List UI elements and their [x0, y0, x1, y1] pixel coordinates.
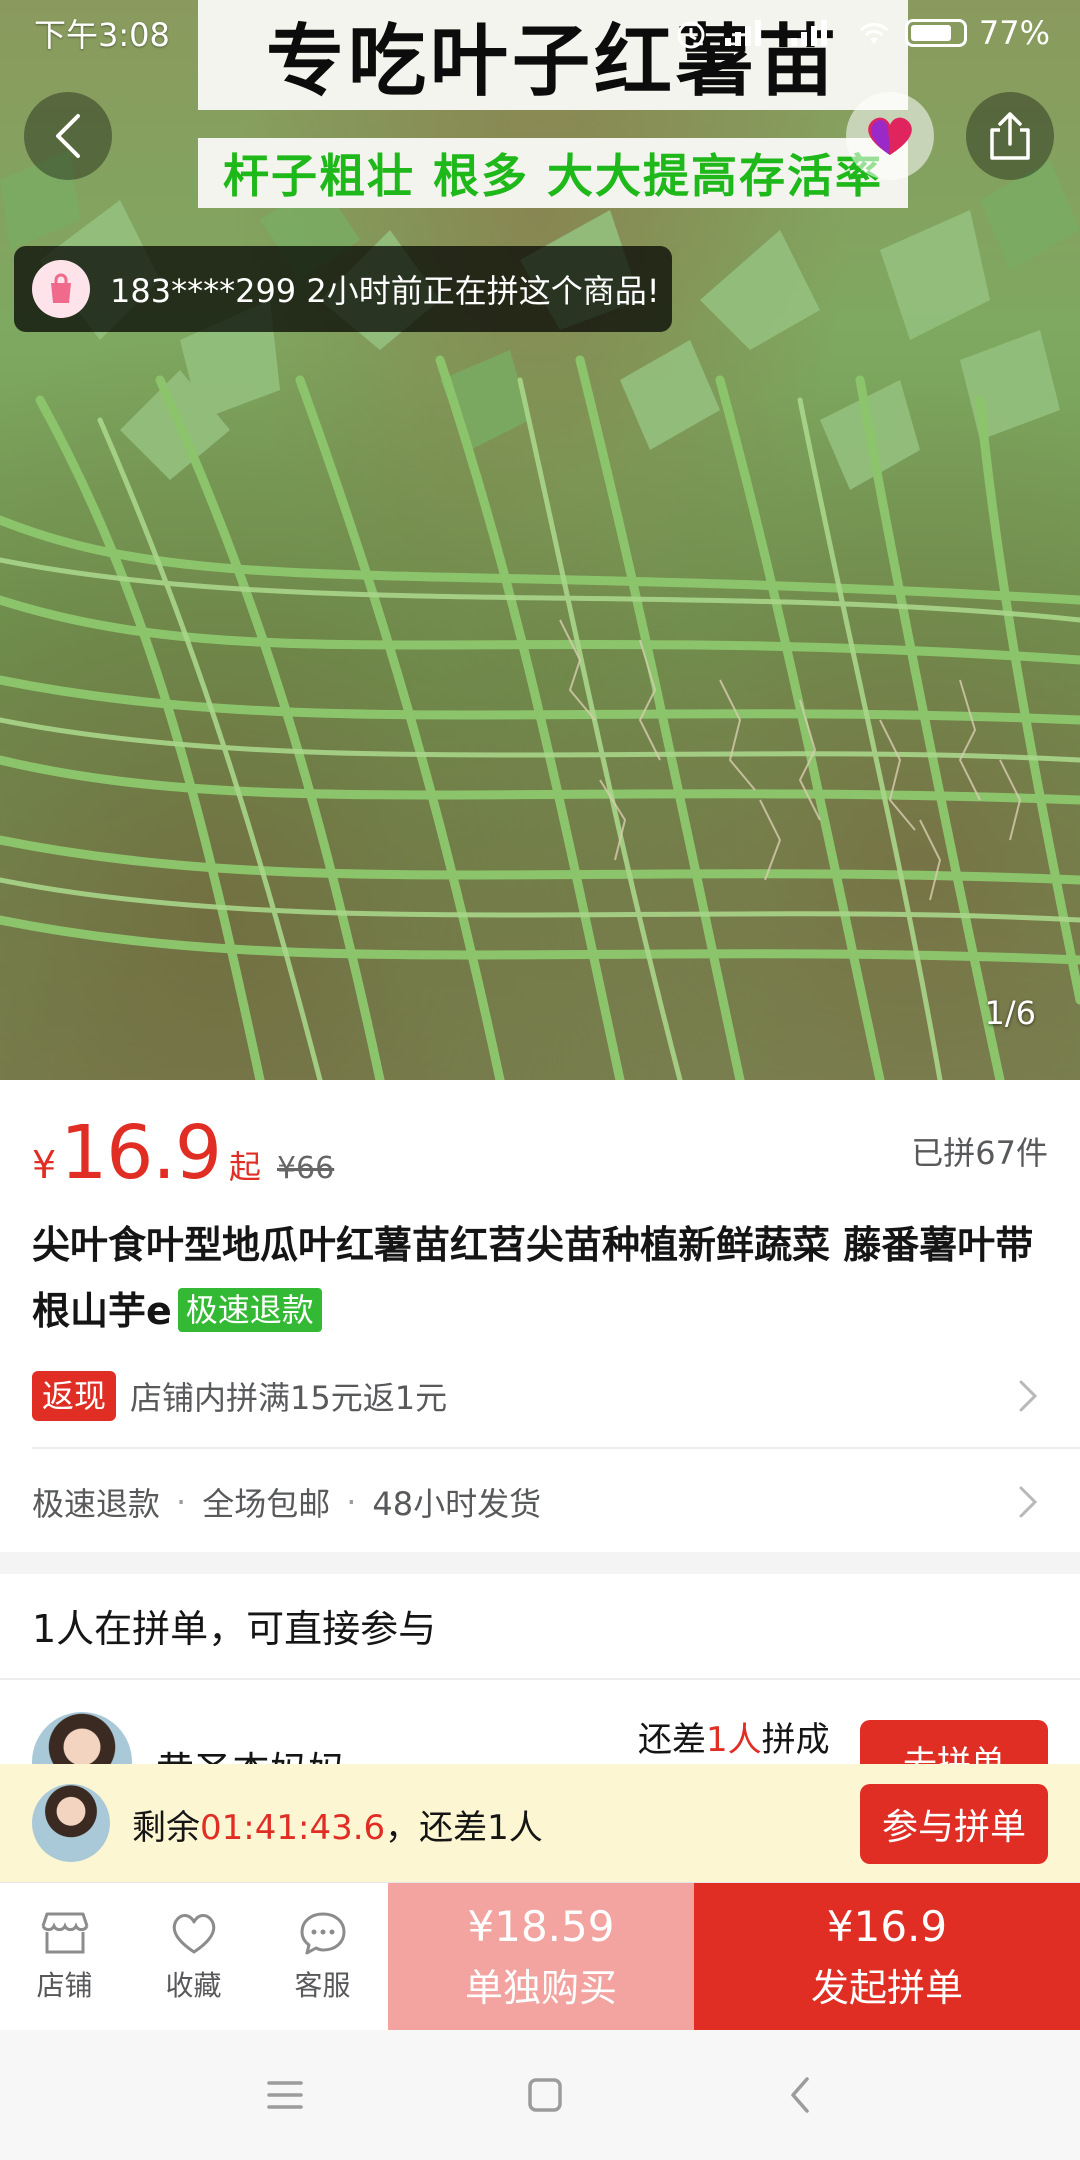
- cashback-badge: 返现: [32, 1371, 117, 1421]
- signal-2-icon: [790, 20, 827, 46]
- chevron-left-icon: [56, 114, 80, 158]
- nav-back-icon[interactable]: [785, 2075, 815, 2115]
- cashback-text: 店铺内拼满15元返1元: [130, 1379, 448, 1417]
- sold-count: 已拼67件: [911, 1134, 1048, 1172]
- avatar: [32, 1784, 110, 1862]
- product-image-carousel[interactable]: 专吃叶子红薯苗 杆子粗壮 根多 大大提高存活率 下午3:08 77% 183**…: [0, 0, 1080, 1080]
- start-group-button[interactable]: ¥16.9 发起拼单: [694, 1883, 1080, 2031]
- back-button[interactable]: [24, 92, 112, 180]
- system-nav-bar: [0, 2030, 1080, 2160]
- price-suffix: 起: [228, 1148, 261, 1186]
- join-group-button[interactable]: 去拼单: [860, 1720, 1048, 1764]
- status-time: 下午3:08: [34, 16, 170, 54]
- participate-group-button[interactable]: 参与拼单: [860, 1784, 1048, 1864]
- fast-refund-tag: 极速退款: [177, 1287, 322, 1332]
- battery-level: 77%: [978, 14, 1050, 52]
- wifi-icon: [859, 23, 888, 44]
- chevron-right-icon: [1008, 1376, 1048, 1416]
- notice-text: 183****299 2小时前正在拼这个商品!: [110, 272, 660, 310]
- service-guarantee-row[interactable]: 极速退款 · 全场包邮 · 48小时发货: [32, 1472, 1048, 1532]
- service-free-shipping: 全场包邮: [202, 1485, 331, 1523]
- price-row: ¥ 16.9 起 ¥66: [32, 1110, 1048, 1200]
- buy-alone-button[interactable]: ¥18.59 单独购买: [388, 1883, 694, 2031]
- brand-logo-button[interactable]: [846, 92, 934, 180]
- shopping-bag-icon: [51, 273, 71, 303]
- separator-dot: ·: [176, 1483, 187, 1521]
- service-fast-refund: 极速退款: [32, 1485, 161, 1523]
- live-purchase-notice: 183****299 2小时前正在拼这个商品!: [14, 246, 672, 332]
- signal-icon: [724, 20, 761, 46]
- divider: [32, 1447, 1080, 1449]
- heart-icon: [172, 1914, 215, 1954]
- avatar: [32, 1712, 132, 1764]
- section-separator: [0, 1552, 1080, 1574]
- heart-logo-icon: [868, 117, 912, 155]
- image-pager: 1/6: [984, 994, 1037, 1032]
- group-need-text: 还差1人拼成: [638, 1720, 830, 1760]
- buy-alone-price: ¥18.59: [467, 1902, 615, 1951]
- shop-label: 店铺: [36, 1969, 93, 2002]
- start-group-price: ¥16.9: [826, 1902, 948, 1951]
- product-title: 尖叶食叶型地瓜叶红薯苗红苕尖苗种植新鲜蔬菜 藤番薯叶带根山芋e 极速退款: [32, 1212, 1048, 1344]
- customer-service-label: 客服: [294, 1969, 351, 2002]
- shop-button[interactable]: 店铺: [0, 1883, 129, 2031]
- status-bar: 下午3:08 77%: [0, 0, 1080, 66]
- buy-alone-label: 单独购买: [464, 1966, 617, 2010]
- banner-subtitle: 杆子粗壮 根多 大大提高存活率: [222, 149, 884, 203]
- original-price: ¥66: [276, 1151, 335, 1186]
- service-48h-delivery: 48小时发货: [372, 1485, 542, 1523]
- notice-avatar: [32, 260, 90, 318]
- image-sub-banner: 杆子粗壮 根多 大大提高存活率: [198, 138, 908, 208]
- divider: [0, 1678, 1080, 1680]
- currency-symbol: ¥: [32, 1143, 57, 1187]
- countdown-timer: 01:41:43.6: [200, 1808, 386, 1848]
- menu-icon[interactable]: [265, 2078, 305, 2112]
- status-indicators: 77%: [671, 14, 1050, 52]
- battery-icon: [904, 19, 967, 47]
- group-leader-name: 黄圣杰妈妈: [156, 1740, 346, 1764]
- favorite-label: 收藏: [165, 1969, 222, 2002]
- alarm-icon: [677, 21, 705, 49]
- start-group-label: 发起拼单: [810, 1966, 963, 2010]
- home-icon[interactable]: [525, 2075, 565, 2115]
- share-button[interactable]: [966, 92, 1054, 180]
- share-icon: [990, 112, 1030, 160]
- chevron-right-icon: [1008, 1482, 1048, 1522]
- favorite-button[interactable]: 收藏: [129, 1883, 258, 2031]
- customer-service-button[interactable]: 客服: [258, 1883, 387, 2031]
- countdown-text: 剩余01:41:43.6，还差1人: [132, 1808, 543, 1848]
- group-price: 16.9: [60, 1110, 222, 1196]
- separator-dot: ·: [346, 1483, 357, 1521]
- cashback-promo-row[interactable]: 返现 店铺内拼满15元返1元: [32, 1366, 1048, 1426]
- bottom-action-bar: 店铺 收藏 客服 ¥18.59 单独购买 ¥16.9 发起拼单: [0, 1882, 1080, 2031]
- group-section-heading: 1人在拼单，可直接参与: [32, 1607, 437, 1651]
- store-icon: [41, 1912, 88, 1954]
- group-order-row[interactable]: 黄圣杰妈妈 还差1人拼成 去拼单: [0, 1690, 1080, 1764]
- floating-group-bar[interactable]: 剩余01:41:43.6，还差1人 参与拼单: [0, 1764, 1080, 1882]
- chat-bubble-icon: [300, 1912, 345, 1955]
